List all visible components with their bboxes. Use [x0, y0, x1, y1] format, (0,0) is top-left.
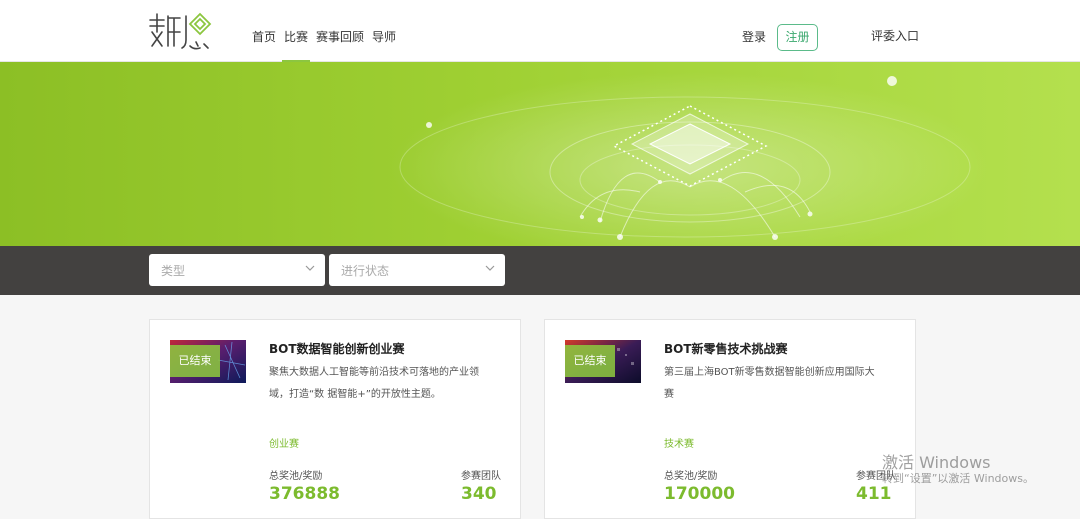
nav-item-home[interactable]: 首页	[250, 0, 278, 62]
register-button[interactable]: 注册	[777, 24, 818, 51]
type-select-placeholder: 类型	[161, 264, 186, 278]
team-count-value: 411	[856, 484, 892, 504]
windows-activation-subtitle: 转到“设置”以激活 Windows。	[882, 472, 1034, 485]
team-count-value: 340	[461, 484, 497, 504]
judge-entry-link[interactable]: 评委入口	[871, 27, 919, 44]
card-category-tag: 技术赛	[664, 439, 694, 450]
type-select[interactable]: 类型	[149, 254, 325, 286]
competition-card[interactable]: 已结束 BOT新零售技术挑战赛 第三届上海BOT新零售数据智能创新应用国际大 赛…	[544, 319, 916, 519]
filter-bar: 类型 进行状态	[0, 246, 1080, 295]
card-title[interactable]: BOT数据智能创新创业赛	[269, 340, 405, 357]
top-header: 首页 比赛 赛事回顾 导师 登录 注册 评委入口	[0, 0, 1080, 62]
team-count-label: 参赛团队	[461, 471, 501, 482]
main-nav: 首页 比赛 赛事回顾 导师	[250, 0, 402, 62]
status-select-placeholder: 进行状态	[341, 264, 390, 278]
competition-thumbnail[interactable]: 已结束	[170, 340, 246, 383]
card-title[interactable]: BOT新零售技术挑战赛	[664, 340, 788, 357]
prize-label: 总奖池/奖励	[664, 471, 718, 482]
card-description-line: 聚焦大数据人工智能等前沿技术可落地的产业领	[269, 367, 479, 378]
card-description-line: 第三届上海BOT新零售数据智能创新应用国际大	[664, 367, 875, 378]
status-badge: 已结束	[565, 345, 615, 377]
competition-card[interactable]: 已结束 BOT数据智能创新创业赛 聚焦大数据人工智能等前沿技术可落地的产业领 域…	[149, 319, 521, 519]
nav-item-competitions[interactable]: 比赛	[282, 0, 311, 62]
chevron-down-icon	[305, 265, 315, 271]
login-link[interactable]: 登录	[742, 28, 766, 45]
card-description-line: 赛	[664, 389, 674, 400]
logo-icon[interactable]	[146, 10, 214, 52]
chevron-down-icon	[485, 265, 495, 271]
status-select[interactable]: 进行状态	[329, 254, 505, 286]
card-description: 第三届上海BOT新零售数据智能创新应用国际大 赛	[664, 362, 902, 406]
nav-item-mentors[interactable]: 导师	[370, 0, 398, 62]
status-badge: 已结束	[170, 345, 220, 377]
hero-banner	[0, 62, 1080, 246]
prize-value: 170000	[664, 484, 735, 504]
card-category-tag: 创业赛	[269, 439, 299, 450]
chip-illustration-icon	[390, 72, 990, 246]
nav-item-review[interactable]: 赛事回顾	[314, 0, 366, 62]
competition-thumbnail[interactable]: 已结束	[565, 340, 641, 383]
card-description-line: 域，打造“数 据智能+”的开放性主题。	[269, 389, 441, 400]
prize-label: 总奖池/奖励	[269, 471, 323, 482]
prize-value: 376888	[269, 484, 340, 504]
card-description: 聚焦大数据人工智能等前沿技术可落地的产业领 域，打造“数 据智能+”的开放性主题…	[269, 362, 507, 406]
